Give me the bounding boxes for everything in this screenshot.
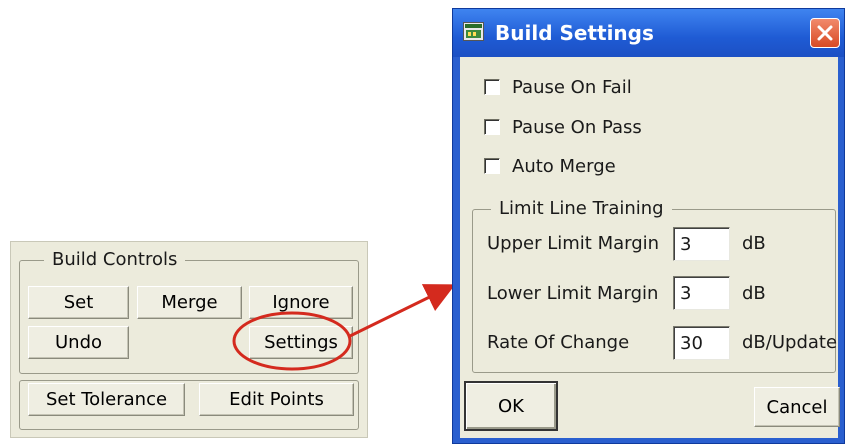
pause-on-fail-option[interactable]: Pause On Fail: [484, 75, 632, 99]
lower-limit-unit: dB: [742, 283, 766, 304]
upper-limit-unit: dB: [742, 233, 766, 254]
dialog-title: Build Settings: [495, 21, 654, 45]
upper-limit-input[interactable]: [673, 227, 730, 261]
close-icon: [817, 25, 833, 41]
pause-on-pass-option[interactable]: Pause On Pass: [484, 115, 642, 139]
ok-button[interactable]: OK: [464, 381, 558, 431]
cancel-button[interactable]: Cancel: [754, 387, 840, 427]
auto-merge-label: Auto Merge: [512, 155, 616, 177]
app-window-icon: [463, 22, 484, 41]
pause-on-pass-label: Pause On Pass: [512, 116, 642, 138]
rate-of-change-label: Rate Of Change: [487, 332, 630, 353]
rate-of-change-unit: dB/Update: [742, 332, 838, 353]
callout-arrow: [349, 284, 456, 338]
dialog-body: Pause On Fail Pause On Pass Auto Merge L…: [460, 57, 840, 438]
auto-merge-option[interactable]: Auto Merge: [484, 154, 616, 178]
lower-limit-input[interactable]: [673, 276, 730, 310]
settings-highlight-ellipse: [232, 311, 352, 371]
auto-merge-checkbox[interactable]: [484, 158, 500, 174]
dialog-titlebar[interactable]: Build Settings: [453, 9, 844, 57]
build-settings-dialog: Build Settings Pause On Fail Pause On Pa…: [452, 8, 845, 444]
limit-line-training-title: Limit Line Training: [491, 198, 672, 220]
lower-limit-label: Lower Limit Margin: [487, 283, 659, 304]
limit-line-training-group: Limit Line Training Upper Limit Margin d…: [472, 198, 838, 373]
pause-on-fail-label: Pause On Fail: [512, 76, 632, 98]
pause-on-pass-checkbox[interactable]: [484, 119, 500, 135]
upper-limit-label: Upper Limit Margin: [487, 233, 660, 254]
pause-on-fail-checkbox[interactable]: [484, 79, 500, 95]
rate-of-change-input[interactable]: [673, 326, 730, 360]
close-button[interactable]: [810, 18, 840, 48]
